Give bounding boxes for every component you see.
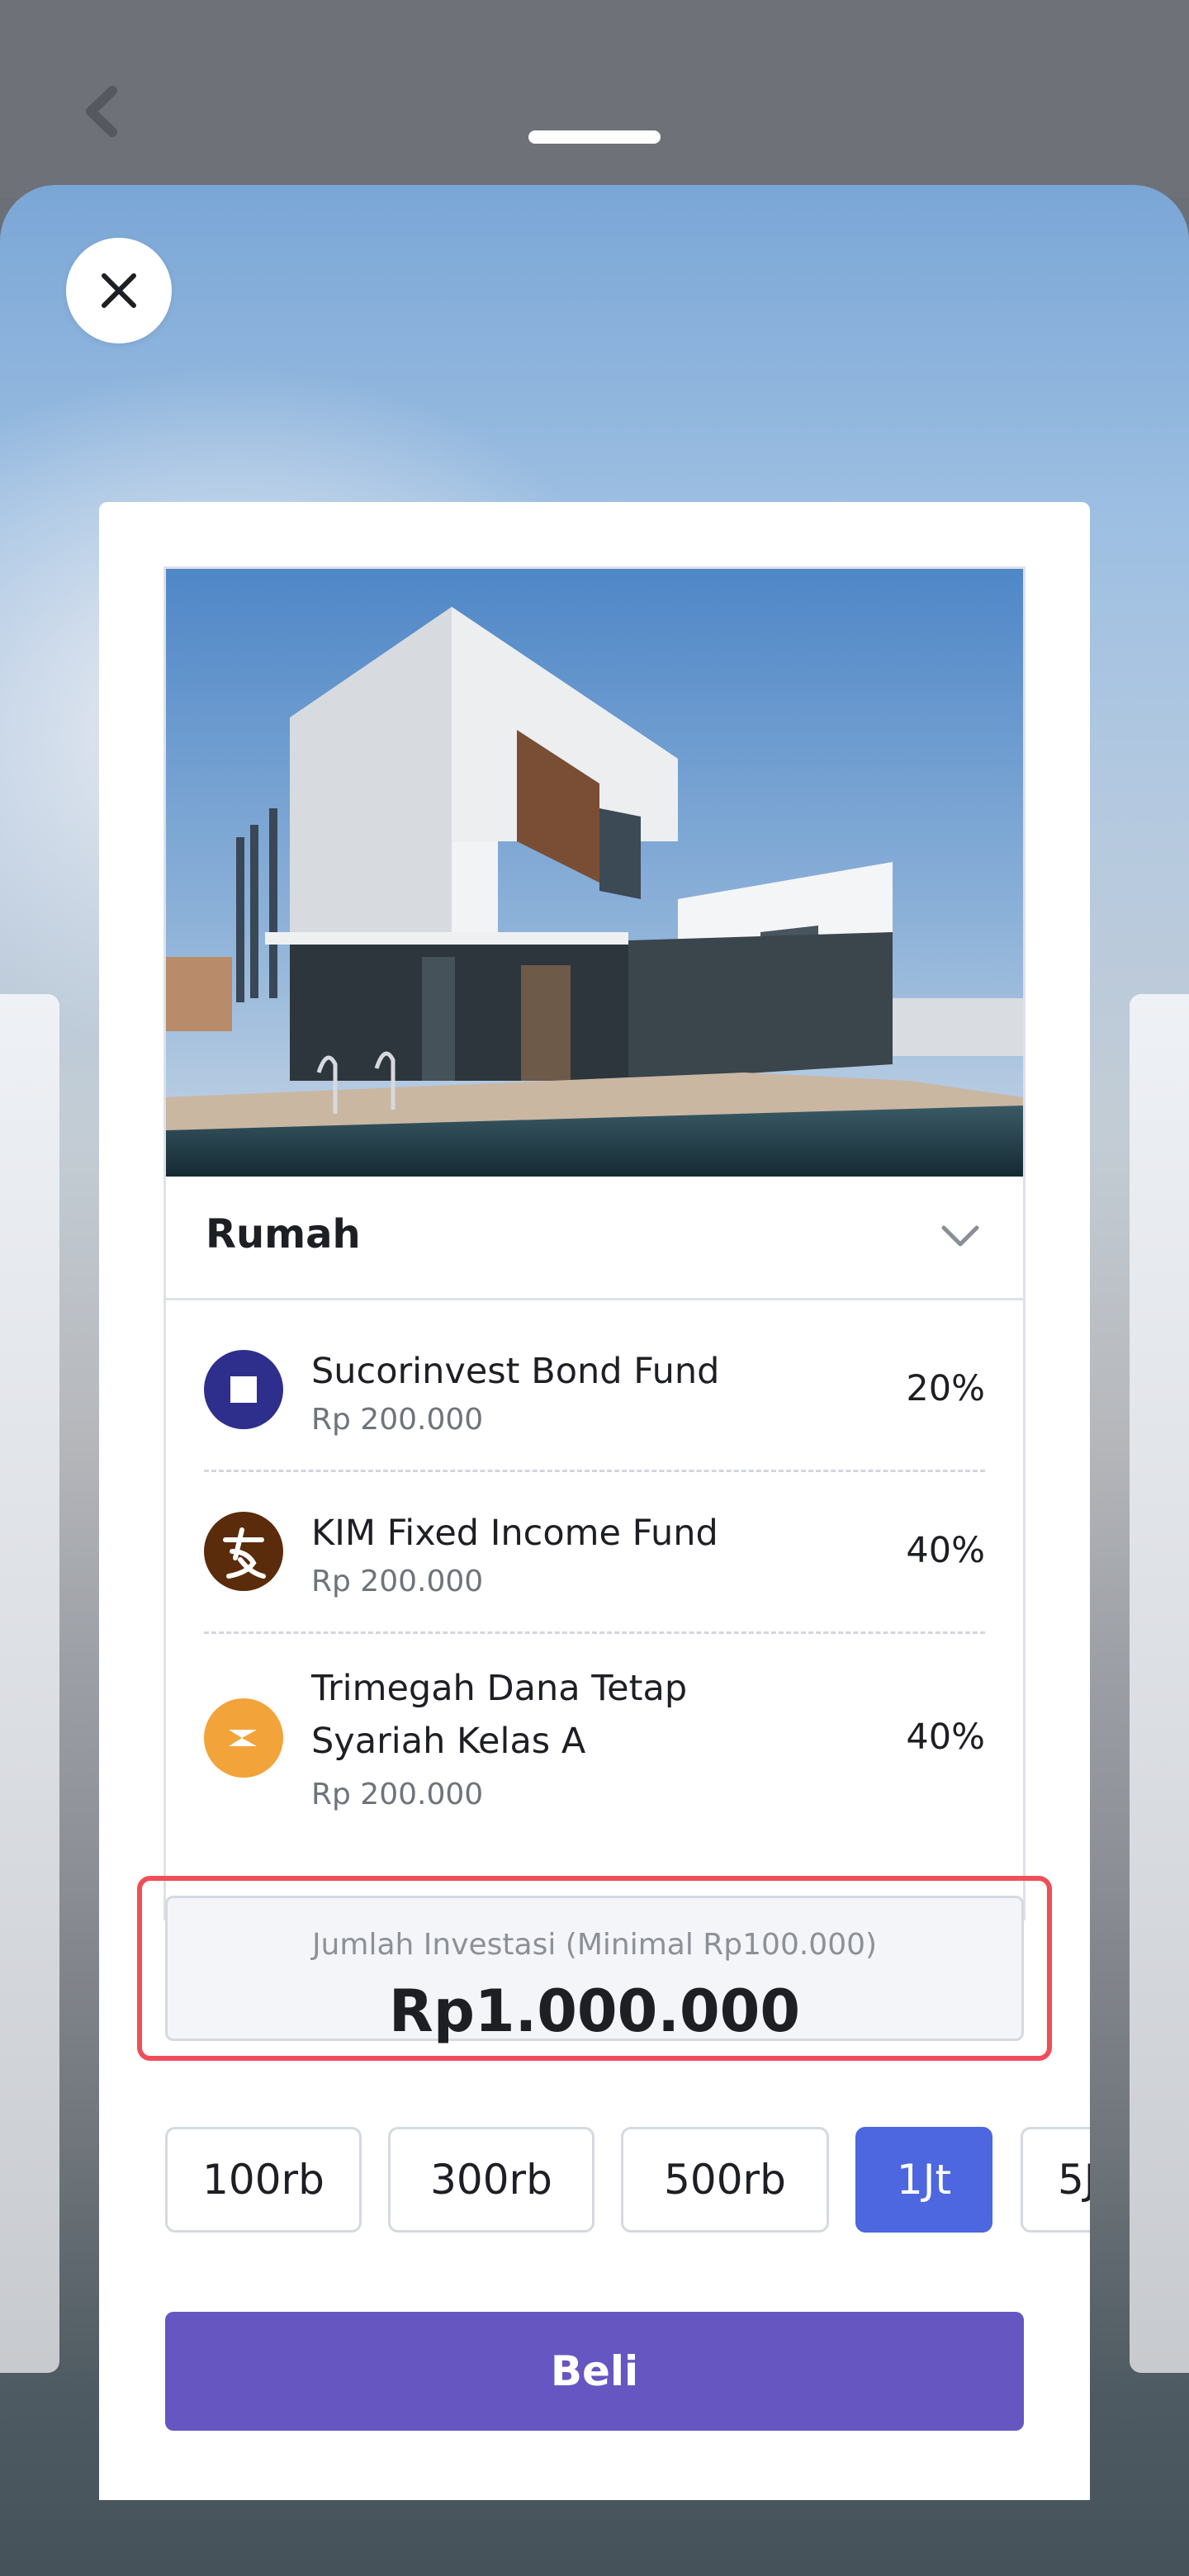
amount-chip-300rb[interactable]: 300rb bbox=[388, 2127, 594, 2233]
fund-percent: 20% bbox=[906, 1368, 985, 1409]
fund-percent: 40% bbox=[906, 1717, 985, 1758]
close-button[interactable] bbox=[66, 238, 172, 343]
fund-amount: Rp 200.000 bbox=[311, 1403, 484, 1437]
chevron-down-icon[interactable] bbox=[940, 1223, 980, 1252]
goal-selector[interactable]: Rumah bbox=[166, 1177, 1023, 1300]
sheet-grabber[interactable] bbox=[528, 130, 661, 144]
dimmed-background bbox=[0, 0, 1189, 198]
sucorinvest-logo-icon bbox=[204, 1350, 283, 1429]
amount-chip-100rb[interactable]: 100rb bbox=[165, 2127, 362, 2233]
chevron-left-icon[interactable] bbox=[79, 83, 129, 140]
close-icon bbox=[102, 273, 136, 308]
kim-logo-icon bbox=[204, 1512, 283, 1591]
goal-title: Rumah bbox=[206, 1211, 361, 1257]
next-goal-card[interactable] bbox=[1130, 994, 1189, 2373]
goal-card: Rumah Sucorinvest Bond Fund Rp 200.000 2… bbox=[99, 502, 1090, 2500]
buy-button[interactable]: Beli bbox=[165, 2312, 1024, 2431]
fund-name: KIM Fixed Income Fund bbox=[311, 1513, 718, 1554]
amount-chip-1jt[interactable]: 1Jt bbox=[855, 2127, 992, 2233]
investment-label: Jumlah Investasi (Minimal Rp100.000) bbox=[311, 1928, 878, 1962]
fund-item[interactable]: Sucorinvest Bond Fund Rp 200.000 20% bbox=[166, 1300, 1023, 1472]
fund-amount: Rp 200.000 bbox=[311, 1565, 484, 1598]
investment-amount-field[interactable]: Jumlah Investasi (Minimal Rp100.000) Rp1… bbox=[165, 1896, 1024, 2045]
fund-name: Trimegah Dana Tetap Syariah Kelas A bbox=[311, 1668, 688, 1762]
quick-amount-chips: 100rb 300rb 500rb 1Jt 5Jt bbox=[165, 2127, 1090, 2233]
amount-chip-500rb[interactable]: 500rb bbox=[621, 2127, 829, 2233]
fund-item[interactable]: KIM Fixed Income Fund Rp 200.000 40% bbox=[166, 1462, 1023, 1634]
fund-item[interactable]: Trimegah Dana Tetap Syariah Kelas A Rp 2… bbox=[166, 1624, 1023, 1852]
fund-name: Sucorinvest Bond Fund bbox=[311, 1351, 720, 1392]
house-image bbox=[166, 569, 1023, 1177]
fund-list: Sucorinvest Bond Fund Rp 200.000 20% KIM… bbox=[166, 1300, 1023, 1852]
trimegah-logo-icon bbox=[204, 1698, 283, 1778]
amount-chip-5jt[interactable]: 5Jt bbox=[1021, 2127, 1090, 2233]
previous-goal-card[interactable] bbox=[0, 994, 59, 2373]
fund-percent: 40% bbox=[906, 1530, 985, 1571]
investment-value: Rp1.000.000 bbox=[388, 1977, 801, 2045]
fund-amount: Rp 200.000 bbox=[311, 1778, 484, 1811]
